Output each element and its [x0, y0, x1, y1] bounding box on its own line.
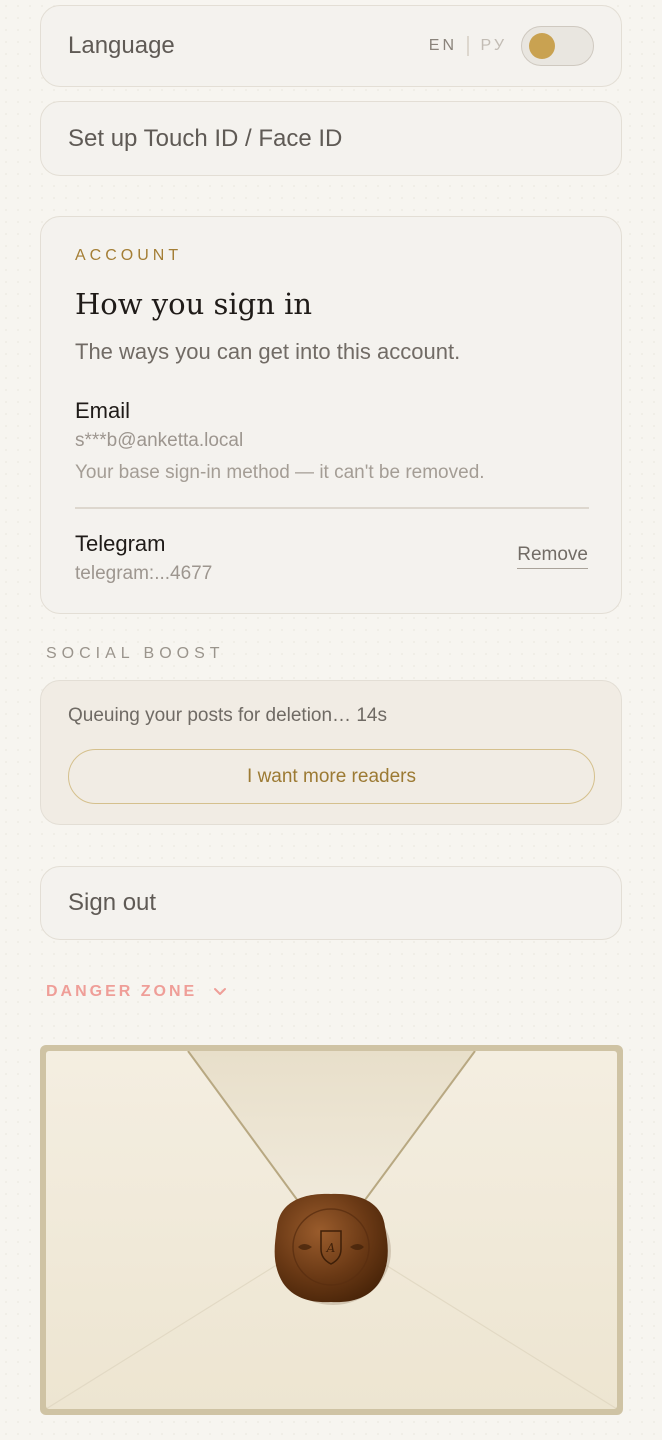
chevron-down-icon [214, 988, 227, 995]
language-row: Language EN РУ [40, 5, 622, 87]
language-switcher: EN РУ [429, 26, 594, 66]
envelope-illustration: A [46, 1051, 617, 1409]
account-subtitle: The ways you can get into this account. [75, 339, 461, 364]
boost-status: Queuing your posts for deletion… 14s [68, 705, 387, 726]
social-boost-label: SOCIAL BOOST [46, 645, 225, 662]
account-title: How you sign in [75, 287, 313, 321]
danger-zone-label: DANGER ZONE [46, 983, 198, 1000]
wax-seal-icon: A [274, 1193, 388, 1303]
sign-out-button[interactable]: Sign out [40, 866, 622, 940]
sign-out-label: Sign out [68, 889, 157, 916]
account-eyebrow: ACCOUNT [75, 247, 183, 264]
method-telegram-value: telegram:...4677 [75, 563, 213, 584]
language-label: Language [68, 32, 175, 59]
more-readers-button[interactable]: I want more readers [68, 749, 595, 804]
toggle-knob [529, 33, 555, 59]
remove-telegram-button[interactable]: Remove [517, 544, 588, 569]
method-divider [75, 507, 589, 509]
social-boost-card: Queuing your posts for deletion… 14s I w… [40, 680, 622, 825]
biometrics-label: Set up Touch ID / Face ID [68, 124, 343, 152]
language-toggle[interactable] [521, 26, 594, 66]
seal-letter: A [326, 1241, 336, 1255]
language-option-ru[interactable]: РУ [481, 37, 507, 55]
method-email-name: Email [75, 398, 131, 423]
method-email-note: Your base sign-in method — it can't be r… [75, 462, 485, 483]
sealed-envelope[interactable]: A [40, 1045, 623, 1415]
method-email-value: s***b@anketta.local [75, 430, 244, 451]
biometrics-button[interactable]: Set up Touch ID / Face ID [40, 101, 622, 176]
account-card: ACCOUNT How you sign in The ways you can… [40, 216, 622, 614]
envelope-body: A [46, 1051, 617, 1409]
language-option-en[interactable]: EN [429, 37, 457, 55]
method-telegram-name: Telegram [75, 531, 166, 556]
danger-zone-toggle[interactable]: DANGER ZONE [46, 983, 227, 1001]
language-separator [467, 36, 469, 56]
